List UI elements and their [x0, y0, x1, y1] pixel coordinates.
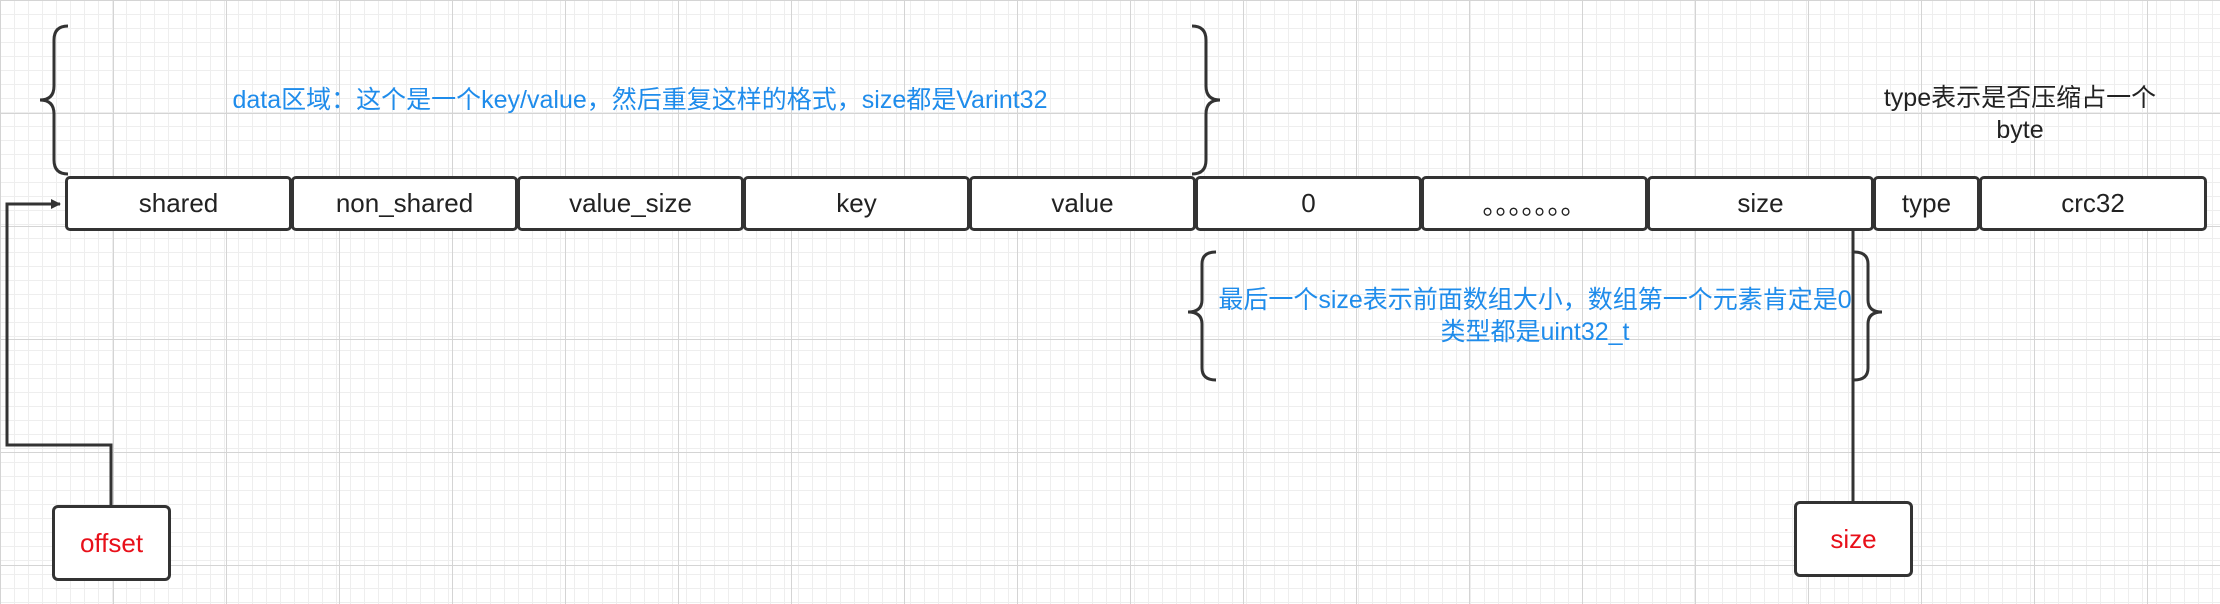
- cell-non-shared: non_shared: [291, 176, 518, 231]
- size-label-box: size: [1794, 501, 1913, 577]
- type-note-line-1: type表示是否压缩占一个: [1883, 84, 2157, 112]
- data-region-brace-right: [1191, 24, 1221, 176]
- cell-value-size: value_size: [517, 176, 744, 231]
- type-note: type表示是否压缩占一个 byte: [1860, 82, 2180, 146]
- offset-arrow: [5, 199, 113, 506]
- size-note-line-2: 类型都是uint32_t: [1440, 318, 1630, 346]
- type-note-line-2: byte: [1996, 116, 2044, 144]
- data-region-note: data区域：这个是一个key/value，然后重复这样的格式，size都是Va…: [232, 86, 1048, 114]
- cell-ellipsis: 。。。。。。。: [1421, 176, 1648, 231]
- cell-type: type: [1873, 176, 1980, 231]
- cell-crc32: crc32: [1979, 176, 2207, 231]
- cell-zero: 0: [1195, 176, 1422, 231]
- offset-label-box: offset: [52, 505, 171, 581]
- cell-value: value: [969, 176, 1196, 231]
- cell-size: size: [1647, 176, 1874, 231]
- size-note: 最后一个size表示前面数组大小，数组第一个元素肯定是0 类型都是uint32_…: [1180, 284, 1890, 348]
- cell-key: key: [743, 176, 970, 231]
- cell-shared: shared: [65, 176, 292, 231]
- data-region-brace: [39, 24, 69, 176]
- size-note-line-1: 最后一个size表示前面数组大小，数组第一个元素肯定是0: [1218, 286, 1852, 314]
